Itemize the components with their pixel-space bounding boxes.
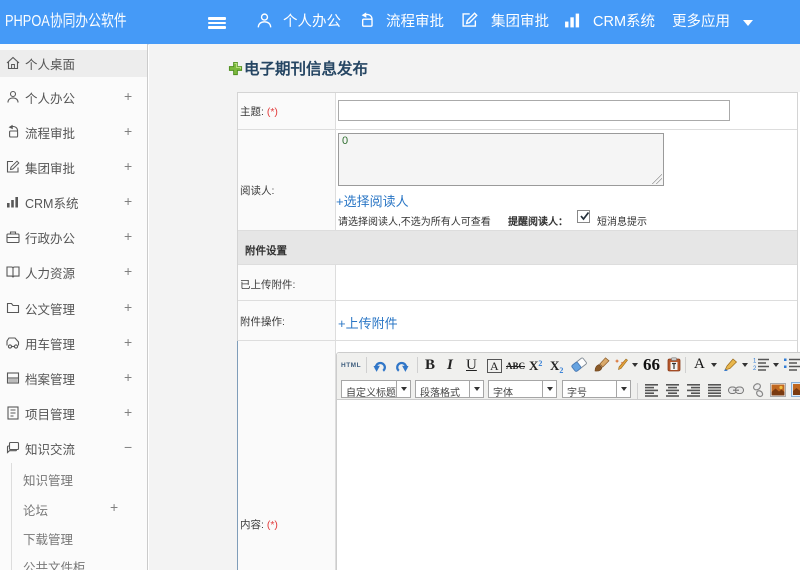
svg-text:2: 2 [753, 366, 757, 371]
svg-text:1: 1 [753, 359, 757, 365]
